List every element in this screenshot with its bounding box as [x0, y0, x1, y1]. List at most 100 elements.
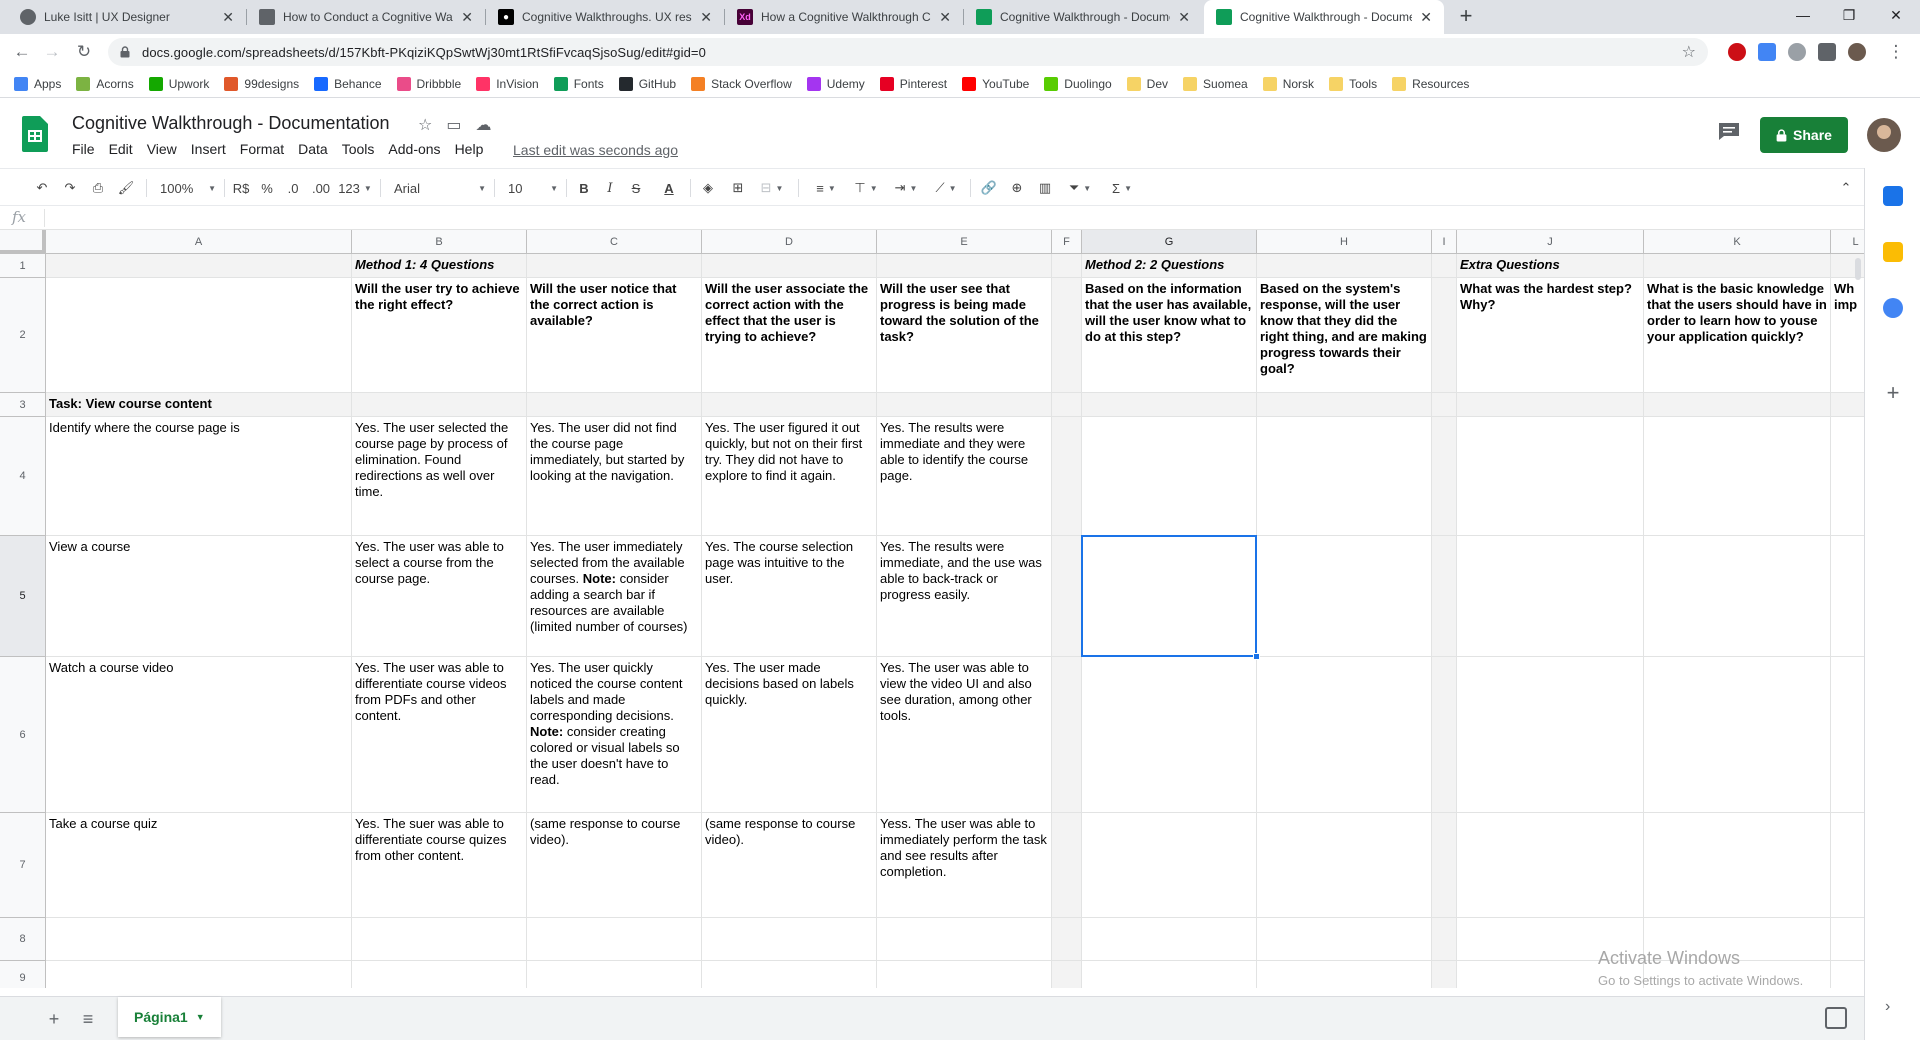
spreadsheet-grid[interactable]: A B C D E F G H I J K L 1 2 3 4 5 6 7 8 9 Method 1: 4 Questio…	[0, 230, 1864, 988]
insert-link-icon[interactable]: 🔗	[978, 178, 1000, 198]
cell-i1[interactable]	[1432, 254, 1457, 278]
cell-k2[interactable]: What is the basic knowledge that the use…	[1644, 278, 1831, 393]
menu-format[interactable]: Format	[240, 141, 284, 157]
bookmark-invision[interactable]: InVision	[476, 76, 539, 91]
decrease-decimal-button[interactable]: .0	[282, 178, 304, 198]
cell-b8[interactable]	[352, 918, 527, 961]
cell-k7[interactable]	[1644, 813, 1831, 918]
bookmark-suomea[interactable]: Suomea	[1183, 76, 1248, 91]
cell-l8[interactable]	[1831, 918, 1864, 961]
bookmark-behance[interactable]: Behance	[314, 76, 382, 91]
cell-i7[interactable]	[1432, 813, 1457, 918]
move-folder-icon[interactable]: ▭	[446, 115, 461, 135]
cell-j5[interactable]	[1457, 536, 1644, 657]
tab-pagina1[interactable]: Página1 ▼	[118, 997, 221, 1037]
italic-icon[interactable]: I	[600, 178, 620, 198]
cell-b5[interactable]: Yes. The user was able to select a cours…	[352, 536, 527, 657]
undo-icon[interactable]: ↶	[32, 178, 52, 198]
opera-extension-icon[interactable]	[1728, 43, 1746, 61]
bold-icon[interactable]: B	[574, 178, 594, 198]
cell-e5[interactable]: Yes. The results were immediate, and the…	[877, 536, 1052, 657]
vertical-scrollbar[interactable]	[1855, 258, 1861, 280]
url-omnibox[interactable]: docs.google.com/spreadsheets/d/157Kbft-P…	[108, 38, 1708, 66]
menu-insert[interactable]: Insert	[191, 141, 226, 157]
cell-l3[interactable]	[1831, 393, 1864, 417]
currency-format-button[interactable]: R$	[230, 178, 252, 198]
row-header-2[interactable]: 2	[0, 278, 46, 393]
cell-h4[interactable]	[1257, 417, 1432, 536]
cell-d5[interactable]: Yes. The course selection page was intui…	[702, 536, 877, 657]
paint-format-icon[interactable]: 🖌	[116, 178, 136, 198]
column-header-g[interactable]: G	[1082, 230, 1257, 254]
bookmark-dribbble[interactable]: Dribbble	[396, 76, 461, 91]
cell-d9[interactable]	[702, 961, 877, 988]
column-header-a[interactable]: A	[46, 230, 352, 254]
browser-menu-icon[interactable]: ⋮	[1886, 42, 1906, 62]
cell-f7[interactable]	[1052, 813, 1082, 918]
cell-c4[interactable]: Yes. The user did not find the course pa…	[527, 417, 702, 536]
cell-a3[interactable]: Task: View course content	[46, 393, 352, 417]
bookmark-duolingo[interactable]: Duolingo	[1044, 76, 1112, 91]
extensions-puzzle-icon[interactable]	[1818, 43, 1836, 61]
cell-b7[interactable]: Yes. The suer was able to differentiate …	[352, 813, 527, 918]
browser-tab-2[interactable]: How to Conduct a Cognitive Wal ✕	[247, 0, 485, 34]
cell-b6[interactable]: Yes. The user was able to differentiate …	[352, 657, 527, 813]
cell-e9[interactable]	[877, 961, 1052, 988]
browser-tab-6-active[interactable]: Cognitive Walkthrough - Docume ✕	[1204, 0, 1444, 34]
row-header-1[interactable]: 1	[0, 254, 46, 278]
cell-a2[interactable]	[46, 278, 352, 393]
cell-d2[interactable]: Will the user associate the correct acti…	[702, 278, 877, 393]
close-icon[interactable]: ✕	[939, 9, 951, 26]
bookmark-norsk[interactable]: Norsk	[1262, 76, 1314, 91]
cell-d1[interactable]	[702, 254, 877, 278]
cell-j6[interactable]	[1457, 657, 1644, 813]
bookmark-dev[interactable]: Dev	[1126, 76, 1168, 91]
cell-l7[interactable]	[1831, 813, 1864, 918]
calendar-icon[interactable]	[1883, 186, 1903, 206]
font-size-select[interactable]: 10 ▼	[508, 178, 558, 198]
column-header-k[interactable]: K	[1644, 230, 1831, 254]
cell-l2[interactable]: Wh imp	[1831, 278, 1864, 393]
collapse-toolbar-icon[interactable]: ⌃	[1836, 178, 1856, 198]
close-icon[interactable]: ✕	[461, 9, 473, 26]
redo-icon[interactable]: ↷	[60, 178, 80, 198]
bookmark-pinterest[interactable]: Pinterest	[879, 76, 947, 91]
cell-g5[interactable]	[1082, 536, 1257, 657]
back-icon[interactable]: ←	[12, 42, 32, 62]
print-icon[interactable]: ⎙	[88, 178, 108, 198]
cell-f6[interactable]	[1052, 657, 1082, 813]
cell-a7[interactable]: Take a course quiz	[46, 813, 352, 918]
cell-h3[interactable]	[1257, 393, 1432, 417]
expand-panel-icon[interactable]: ›	[1885, 998, 1890, 1016]
column-header-c[interactable]: C	[527, 230, 702, 254]
menu-file[interactable]: File	[72, 141, 95, 157]
cell-e7[interactable]: Yess. The user was able to immediately p…	[877, 813, 1052, 918]
cast-extension-icon[interactable]	[1788, 43, 1806, 61]
translate-extension-icon[interactable]	[1758, 43, 1776, 61]
column-header-h[interactable]: H	[1257, 230, 1432, 254]
explore-icon[interactable]	[1825, 1007, 1847, 1029]
cell-d8[interactable]	[702, 918, 877, 961]
fill-color-icon[interactable]: ◈	[698, 178, 718, 198]
cell-k3[interactable]	[1644, 393, 1831, 417]
text-color-icon[interactable]: A	[658, 178, 680, 198]
cell-e2[interactable]: Will the user see that progress is being…	[877, 278, 1052, 393]
row-header-4[interactable]: 4	[0, 417, 46, 536]
browser-tab-5[interactable]: Cognitive Walkthrough - Docume ✕	[964, 0, 1202, 34]
bookmark-acorns[interactable]: Acorns	[76, 76, 134, 91]
text-rotation-icon[interactable]: ⟋ ▼	[930, 178, 962, 198]
cell-h8[interactable]	[1257, 918, 1432, 961]
menu-view[interactable]: View	[147, 141, 177, 157]
cell-l6[interactable]	[1831, 657, 1864, 813]
cell-k5[interactable]	[1644, 536, 1831, 657]
comment-history-icon[interactable]	[1718, 122, 1740, 140]
cell-b9[interactable]	[352, 961, 527, 988]
cell-i4[interactable]	[1432, 417, 1457, 536]
cell-c7[interactable]: (same response to course video).	[527, 813, 702, 918]
cell-e8[interactable]	[877, 918, 1052, 961]
fill-handle[interactable]	[1253, 653, 1260, 660]
restore-icon[interactable]: ❐	[1826, 0, 1872, 30]
cell-i2[interactable]	[1432, 278, 1457, 393]
cell-e6[interactable]: Yes. The user was able to view the video…	[877, 657, 1052, 813]
cell-a8[interactable]	[46, 918, 352, 961]
